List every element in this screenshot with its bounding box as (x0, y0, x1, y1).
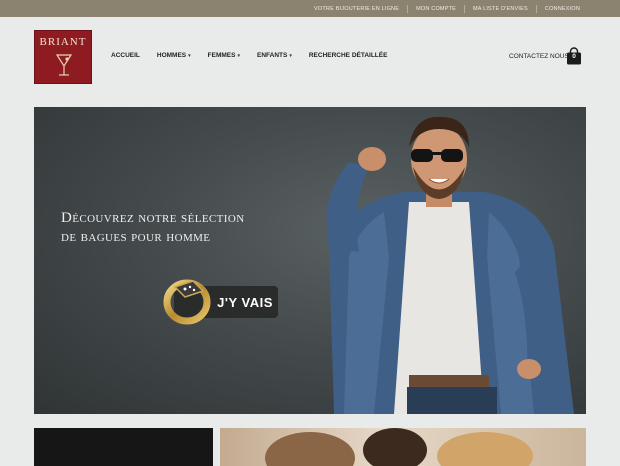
cart-count-badge: 0 (572, 53, 576, 60)
promo-tile[interactable] (34, 428, 213, 466)
cart-button[interactable]: 0 (566, 47, 582, 65)
chevron-down-icon: ▾ (237, 52, 240, 59)
nav-item-children[interactable]: ENFANTS ▾ (257, 52, 292, 59)
main-navigation: ACCUEIL HOMMES ▾ FEMMES ▾ ENFANTS ▾ RECH… (111, 52, 404, 59)
nav-item-label: ENFANTS (256, 52, 288, 59)
topbar-link-account[interactable]: MON COMPTE (408, 6, 464, 12)
hero-title-line: de bagues pour homme (61, 229, 211, 245)
hero-model-image (326, 116, 574, 414)
chevron-down-icon: ▾ (188, 52, 191, 59)
logo-text: BRIANT (39, 36, 87, 48)
nav-item-men[interactable]: HOMMES ▾ (157, 52, 191, 59)
hero-banner[interactable]: Découvrez notre sélection de bagues pour… (34, 107, 586, 414)
promo-image (265, 428, 533, 466)
nav-item-label: FEMMES (207, 52, 236, 59)
nav-item-label: ACCUEIL (111, 52, 140, 59)
hero-title: Découvrez notre sélection de bagues pour… (61, 209, 321, 247)
hero-title-line: Découvrez notre sélection (61, 210, 245, 226)
chevron-down-icon: ▾ (289, 52, 292, 59)
nav-item-home[interactable]: ACCUEIL (111, 52, 140, 59)
ring-image (163, 279, 211, 325)
brand-logo[interactable]: BRIANT (34, 30, 92, 84)
nav-item-advanced-search[interactable]: RECHERCHE DÉTAILLÉE (309, 52, 388, 59)
nav-item-label: RECHERCHE DÉTAILLÉE (308, 52, 388, 59)
topbar-link-online-shop[interactable]: VOTRE BIJOUTERIE EN LIGNE (306, 6, 407, 12)
topbar-link-wishlist[interactable]: MA LISTE D'ENVIES (465, 6, 536, 12)
top-utility-bar: VOTRE BIJOUTERIE EN LIGNE MON COMPTE MA … (0, 0, 620, 17)
topbar-link-login[interactable]: CONNEXION (537, 6, 588, 12)
logo-glass-icon (55, 54, 73, 76)
nav-item-label: HOMMES (156, 52, 187, 59)
top-utility-links: VOTRE BIJOUTERIE EN LIGNE MON COMPTE MA … (306, 0, 588, 17)
contact-link[interactable]: CONTACTEZ NOUS (509, 53, 569, 60)
nav-item-women[interactable]: FEMMES ▾ (208, 52, 240, 59)
promo-tile[interactable] (220, 428, 586, 466)
